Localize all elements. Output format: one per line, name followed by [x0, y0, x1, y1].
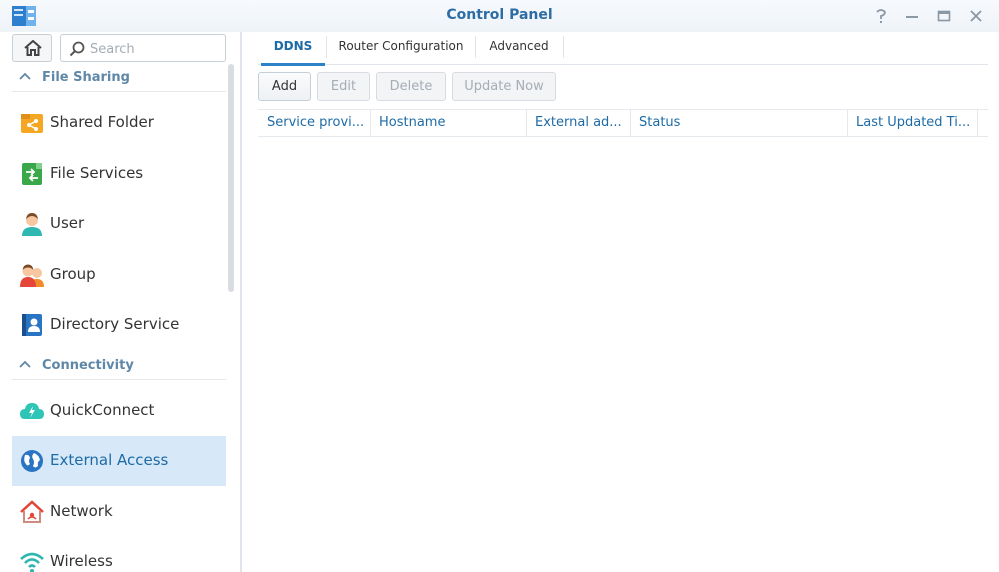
ddns-table-header: Service provi... Hostname External ad...…: [258, 109, 988, 137]
column-header-service-provider[interactable]: Service provi...: [258, 110, 370, 136]
sidebar-item-label: User: [50, 214, 85, 232]
section-label: File Sharing: [42, 70, 130, 85]
sidebar-item-wireless[interactable]: Wireless: [12, 537, 226, 572]
sidebar-item-group[interactable]: Group: [12, 250, 226, 300]
sidebar-item-network[interactable]: Network: [12, 487, 226, 537]
edit-button[interactable]: Edit: [317, 72, 370, 101]
sidebar-item-label: Wireless: [50, 552, 113, 570]
delete-button[interactable]: Delete: [376, 72, 446, 101]
title-bar: Control Panel: [0, 0, 999, 32]
section-file-sharing[interactable]: File Sharing: [12, 64, 226, 92]
sidebar-item-label: Shared Folder: [50, 113, 154, 131]
search-input[interactable]: [90, 39, 220, 59]
add-button[interactable]: Add: [258, 72, 311, 101]
sidebar-item-label: Network: [50, 502, 113, 520]
sidebar-item-label: External Access: [50, 451, 169, 469]
chevron-up-icon: [19, 72, 31, 80]
sidebar-item-quickconnect[interactable]: QuickConnect: [12, 386, 226, 436]
sidebar-item-label: File Services: [50, 164, 144, 182]
column-header-status[interactable]: Status: [630, 110, 847, 136]
chevron-up-icon: [19, 360, 31, 368]
network-icon: [20, 500, 44, 523]
sidebar-item-shared-folder[interactable]: Shared Folder: [12, 98, 226, 148]
tab-divider: [326, 36, 327, 58]
column-header-hostname[interactable]: Hostname: [370, 110, 526, 136]
sidebar-item-user[interactable]: User: [12, 199, 226, 249]
quickconnect-icon: [20, 403, 44, 419]
sidebar-item-label: Directory Service: [50, 315, 180, 333]
minimize-icon[interactable]: [903, 7, 921, 25]
sidebar-item-file-services[interactable]: File Services: [12, 149, 226, 199]
wireless-icon: [20, 552, 44, 572]
tab-divider: [475, 36, 476, 58]
sidebar-divider: [240, 32, 242, 572]
section-connectivity[interactable]: Connectivity: [12, 352, 226, 380]
shared-folder-icon: [21, 114, 43, 133]
tab-ddns[interactable]: DDNS: [261, 32, 325, 66]
search-box[interactable]: [60, 34, 226, 62]
sidebar-item-external-access[interactable]: External Access: [12, 436, 226, 486]
tab-divider: [563, 36, 564, 58]
external-access-icon: [21, 450, 43, 472]
update-now-button[interactable]: Update Now: [452, 72, 556, 101]
group-icon: [20, 264, 44, 287]
tab-router-configuration[interactable]: Router Configuration: [332, 32, 470, 60]
user-icon: [22, 213, 42, 236]
sidebar-item-label: QuickConnect: [50, 401, 155, 419]
sidebar: File Sharing Shared Folder File Services…: [0, 32, 240, 572]
tab-bar: DDNS Router Configuration Advanced: [258, 32, 988, 66]
maximize-icon[interactable]: [935, 7, 953, 25]
home-icon: [24, 40, 42, 56]
section-label: Connectivity: [42, 358, 134, 373]
column-header-external-address[interactable]: External ad...: [526, 110, 630, 136]
sidebar-scrollbar[interactable]: [228, 64, 234, 292]
search-icon: [69, 41, 85, 57]
close-icon[interactable]: [967, 7, 985, 25]
tab-advanced[interactable]: Advanced: [480, 32, 558, 60]
column-divider[interactable]: [977, 110, 978, 136]
file-services-icon: [22, 163, 42, 185]
help-icon[interactable]: [872, 7, 890, 25]
column-header-last-updated-time[interactable]: Last Updated Ti...: [847, 110, 977, 136]
sidebar-item-directory-service[interactable]: Directory Service: [12, 300, 226, 350]
home-button[interactable]: [12, 34, 52, 62]
directory-service-icon: [22, 314, 42, 336]
window-title: Control Panel: [446, 7, 553, 23]
ddns-table-body: [258, 137, 988, 572]
sidebar-item-label: Group: [50, 265, 96, 283]
